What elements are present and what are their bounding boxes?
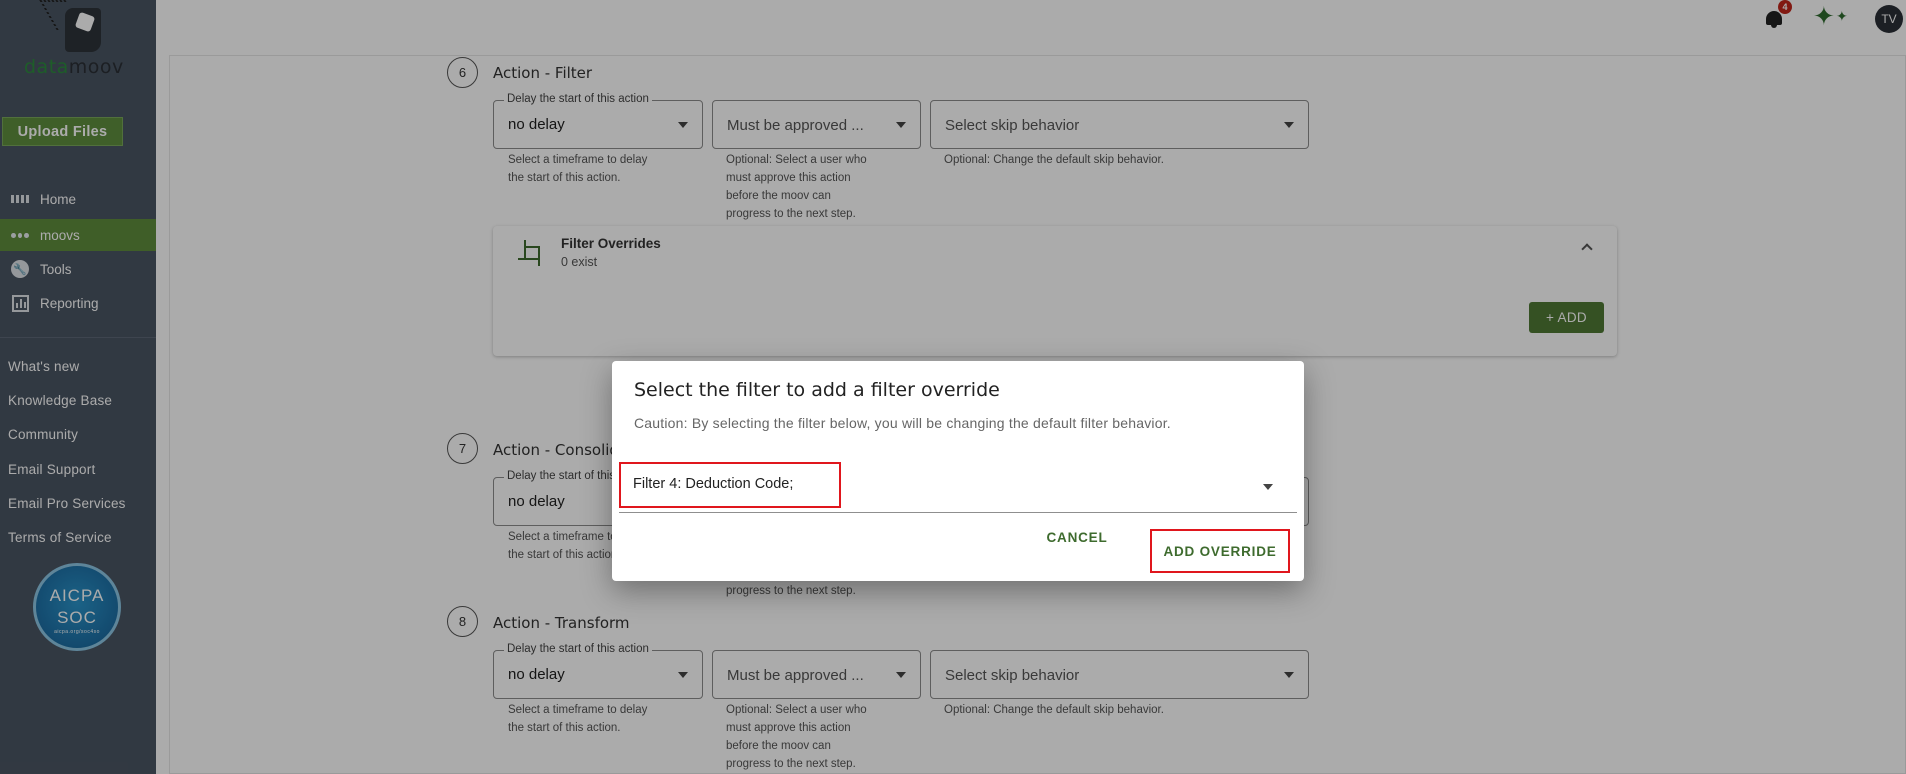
selected-filter-value: Filter 4: Deduction Code;	[633, 476, 794, 492]
dropdown-arrow-icon	[1263, 484, 1273, 490]
filter-select[interactable]: Filter 4: Deduction Code;	[619, 461, 1297, 513]
cancel-button[interactable]: CANCEL	[1046, 527, 1108, 547]
filter-override-dialog: Select the filter to add a filter overri…	[612, 361, 1304, 581]
dialog-caution-text: Caution: By selecting the filter below, …	[634, 415, 1171, 431]
dialog-title: Select the filter to add a filter overri…	[634, 379, 1000, 401]
add-override-button[interactable]: ADD OVERRIDE	[1150, 529, 1290, 573]
